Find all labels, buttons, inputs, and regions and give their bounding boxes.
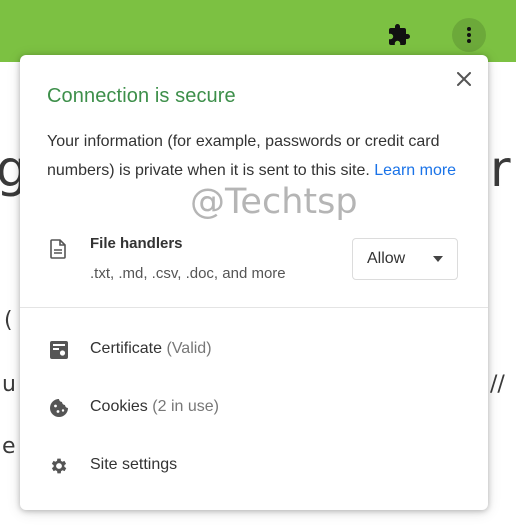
watermark: @Techtsp <box>190 182 358 222</box>
browser-toolbar <box>0 0 516 62</box>
background-page-fragment: r <box>490 140 511 198</box>
site-settings-row[interactable]: Site settings <box>20 443 488 489</box>
gear-icon-wrap <box>48 455 70 477</box>
certificate-row[interactable]: Certificate (Valid) <box>20 327 488 373</box>
certificate-status: (Valid) <box>166 340 212 357</box>
background-page-fragment: e <box>2 434 16 459</box>
certificate-icon <box>50 341 68 359</box>
permission-select[interactable]: Allow <box>352 238 458 280</box>
learn-more-link[interactable]: Learn more <box>374 162 456 179</box>
cookie-icon <box>50 399 68 417</box>
cookie-icon-wrap <box>48 397 70 419</box>
permission-detail: .txt, .md, .csv, .doc, and more <box>90 265 286 282</box>
cookies-label: Cookies (2 in use) <box>90 398 219 416</box>
cookies-label-text: Cookies <box>90 398 148 415</box>
vertical-dots-icon <box>467 27 471 43</box>
site-info-popup: Connection is secure Your information (f… <box>20 55 488 510</box>
background-page-fragment: u <box>2 372 16 397</box>
permission-select-value: Allow <box>367 250 406 267</box>
certificate-label-text: Certificate <box>90 340 163 357</box>
cookies-row[interactable]: Cookies (2 in use) <box>20 385 488 431</box>
file-icon <box>50 239 66 259</box>
close-icon <box>457 72 471 86</box>
certificate-label: Certificate (Valid) <box>90 340 212 358</box>
background-page-fragment: // <box>490 372 505 397</box>
extensions-button[interactable] <box>382 18 416 52</box>
site-settings-label: Site settings <box>90 456 178 473</box>
connection-status-title: Connection is secure <box>47 85 236 107</box>
browser-menu-button[interactable] <box>452 18 486 52</box>
permission-name: File handlers <box>90 235 183 252</box>
cookies-count: (2 in use) <box>152 398 219 415</box>
caret-down-icon <box>433 256 443 262</box>
close-button[interactable] <box>452 67 476 91</box>
divider <box>20 307 488 308</box>
gear-icon <box>51 458 67 474</box>
connection-description: Your information (for example, passwords… <box>47 127 462 185</box>
certificate-icon-wrap <box>48 339 70 361</box>
background-page-fragment: ( <box>4 308 13 333</box>
puzzle-icon <box>389 24 410 45</box>
